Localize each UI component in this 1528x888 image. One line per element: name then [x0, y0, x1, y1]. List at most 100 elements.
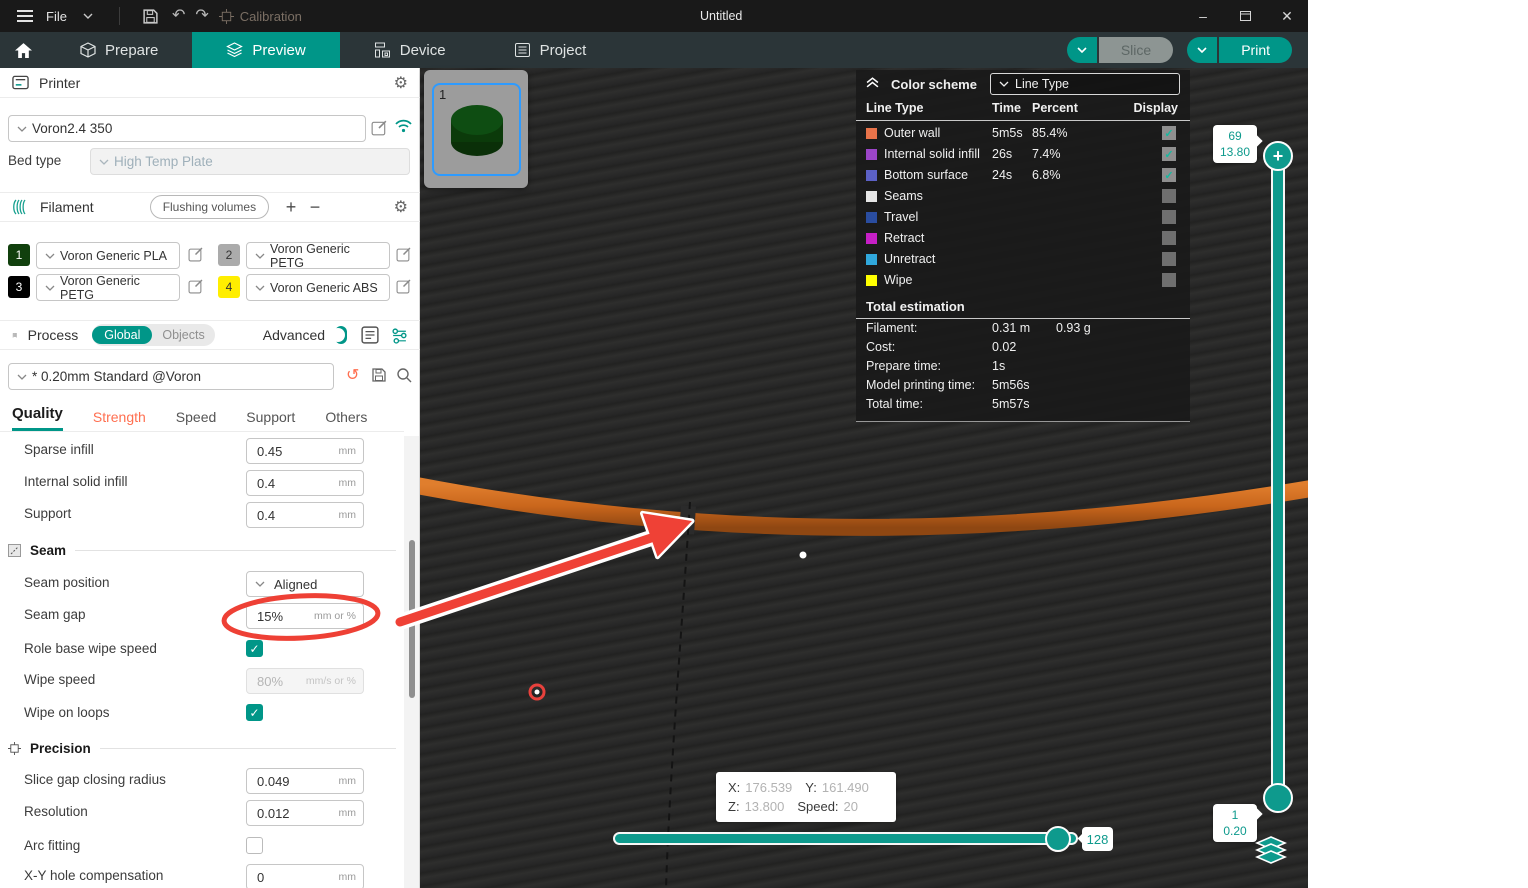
process-scope-toggle[interactable]: Global Objects [92, 324, 215, 346]
calibration-button[interactable]: Calibration [219, 9, 302, 24]
tab-others[interactable]: Others [325, 409, 367, 431]
edit-filament-2-icon[interactable] [396, 247, 411, 262]
close-button[interactable]: ✕ [1266, 0, 1308, 32]
save-icon[interactable] [140, 5, 162, 27]
tab-quality[interactable]: Quality [12, 405, 63, 431]
home-button[interactable] [0, 32, 46, 68]
filament-settings-gear-icon[interactable]: ⚙ [394, 197, 408, 217]
scrollbar-thumb[interactable] [409, 540, 415, 698]
sparse-infill-input[interactable]: 0.45mm [246, 438, 364, 464]
save-preset-icon[interactable] [371, 367, 387, 383]
collapse-panel-icon[interactable] [866, 77, 879, 91]
wifi-connection-icon[interactable] [394, 119, 413, 133]
slice-dropdown-icon[interactable] [1067, 37, 1097, 63]
role-base-wipe-speed-checkbox[interactable]: ✓ [246, 640, 263, 657]
arc-fitting-checkbox[interactable] [246, 837, 263, 854]
color-scheme-mode-select[interactable]: Line Type [990, 73, 1180, 95]
estimation-row: Filament: 0.31 m 0.93 g [856, 321, 1190, 340]
tab-speed[interactable]: Speed [176, 409, 216, 431]
tab-support[interactable]: Support [246, 409, 295, 431]
slice-gap-closing-radius-input[interactable]: 0.049mm [246, 768, 364, 794]
seam-gap-input[interactable]: 15%mm or % [246, 603, 364, 629]
tab-device[interactable]: Device [340, 32, 480, 68]
advanced-toggle[interactable] [335, 326, 347, 344]
parameter-table-icon[interactable] [361, 326, 379, 344]
seam-icon [8, 544, 21, 557]
display-checkbox[interactable]: ✓ [1162, 126, 1176, 140]
process-tabs: Quality Strength Speed Support Others [0, 404, 404, 432]
process-section-header: Process Global Objects Advanced [0, 320, 420, 350]
file-menu[interactable]: File [46, 9, 67, 24]
tab-prepare[interactable]: Prepare [46, 32, 192, 68]
display-checkbox[interactable] [1162, 252, 1176, 266]
slice-button[interactable]: Slice [1067, 37, 1173, 63]
edit-filament-4-icon[interactable] [396, 279, 411, 294]
edit-filament-3-icon[interactable] [188, 279, 203, 294]
filament-4-select[interactable]: Voron Generic ABS [246, 274, 390, 301]
flushing-volumes-button[interactable]: Flushing volumes [150, 195, 269, 219]
bed-type-select[interactable]: High Temp Plate [90, 148, 410, 175]
redo-icon[interactable]: ↷ [195, 8, 208, 24]
plate-thumbnail[interactable]: 1 [424, 70, 528, 188]
viewport-3d[interactable]: 1 Color scheme Line Type Line Type Time … [420, 68, 1308, 888]
tab-project[interactable]: Project [480, 32, 621, 68]
internal-solid-infill-input[interactable]: 0.4mm [246, 470, 364, 496]
process-icon [12, 328, 18, 343]
printer-preset-select[interactable]: Voron2.4 350 [8, 115, 366, 142]
estimation-row: Total time: 5m57s [856, 397, 1190, 416]
xy-hole-compensation-input[interactable]: 0mm [246, 864, 364, 888]
wipe-on-loops-checkbox[interactable]: ✓ [246, 704, 263, 721]
tab-preview[interactable]: Preview [192, 32, 339, 68]
support-width-input[interactable]: 0.4mm [246, 502, 364, 528]
layer-slider-bottom-handle[interactable] [1263, 783, 1293, 813]
seam-position-select[interactable]: Aligned [246, 571, 364, 597]
layer-slider-top-handle[interactable]: + [1263, 141, 1293, 171]
resolution-input[interactable]: 0.012mm [246, 800, 364, 826]
scope-global[interactable]: Global [92, 326, 152, 344]
setting-row: Slice gap closing radius 0.049mm [0, 766, 404, 796]
search-icon[interactable] [396, 367, 412, 383]
precision-icon [8, 742, 21, 755]
print-dropdown-icon[interactable] [1187, 37, 1217, 63]
scope-objects[interactable]: Objects [152, 326, 214, 344]
filament-3-swatch[interactable]: 3 [8, 276, 30, 298]
precision-group-header: Precision [0, 734, 404, 762]
setting-row: Wipe speed 80%mm/s or % [0, 666, 404, 696]
print-button[interactable]: Print [1187, 37, 1292, 63]
chevron-down-icon[interactable] [77, 5, 99, 27]
filament-3-select[interactable]: Voron Generic PETG [36, 274, 180, 301]
layers-view-icon[interactable] [1255, 836, 1287, 864]
filament-1-swatch[interactable]: 1 [8, 244, 30, 266]
filament-2-select[interactable]: Voron Generic PETG [246, 242, 390, 269]
edit-printer-icon[interactable] [371, 120, 387, 136]
remove-filament-button[interactable]: − [303, 197, 327, 218]
project-icon [514, 42, 531, 58]
sidebar-scrollbar[interactable] [404, 436, 419, 888]
display-checkbox[interactable]: ✓ [1162, 168, 1176, 182]
filament-1-select[interactable]: Voron Generic PLA [36, 242, 180, 269]
tab-strength[interactable]: Strength [93, 409, 146, 431]
display-checkbox[interactable] [1162, 189, 1176, 203]
display-checkbox[interactable] [1162, 273, 1176, 287]
display-checkbox[interactable] [1162, 210, 1176, 224]
setting-row: Resolution 0.012mm [0, 798, 404, 828]
process-preset-select[interactable]: * 0.20mm Standard @Voron [8, 363, 334, 390]
maximize-button[interactable] [1224, 0, 1266, 32]
add-filament-button[interactable]: + [279, 197, 303, 218]
layer-slider-track[interactable] [1271, 152, 1285, 802]
undo-icon[interactable]: ↶ [172, 8, 185, 24]
reset-preset-icon[interactable]: ↺ [346, 365, 359, 385]
display-checkbox[interactable]: ✓ [1162, 147, 1176, 161]
move-slider-handle[interactable] [1045, 826, 1071, 852]
objects-filter-icon[interactable] [391, 327, 408, 344]
filament-section-header: Filament Flushing volumes + − ⚙ [0, 192, 420, 222]
edit-filament-1-icon[interactable] [188, 247, 203, 262]
filament-2-swatch[interactable]: 2 [218, 244, 240, 266]
filament-4-swatch[interactable]: 4 [218, 276, 240, 298]
menu-icon[interactable] [14, 5, 36, 27]
minimize-button[interactable]: – [1182, 0, 1224, 32]
display-checkbox[interactable] [1162, 231, 1176, 245]
wipe-speed-input[interactable]: 80%mm/s or % [246, 668, 364, 694]
move-slider-track[interactable] [613, 832, 1078, 845]
printer-settings-gear-icon[interactable]: ⚙ [394, 73, 408, 93]
